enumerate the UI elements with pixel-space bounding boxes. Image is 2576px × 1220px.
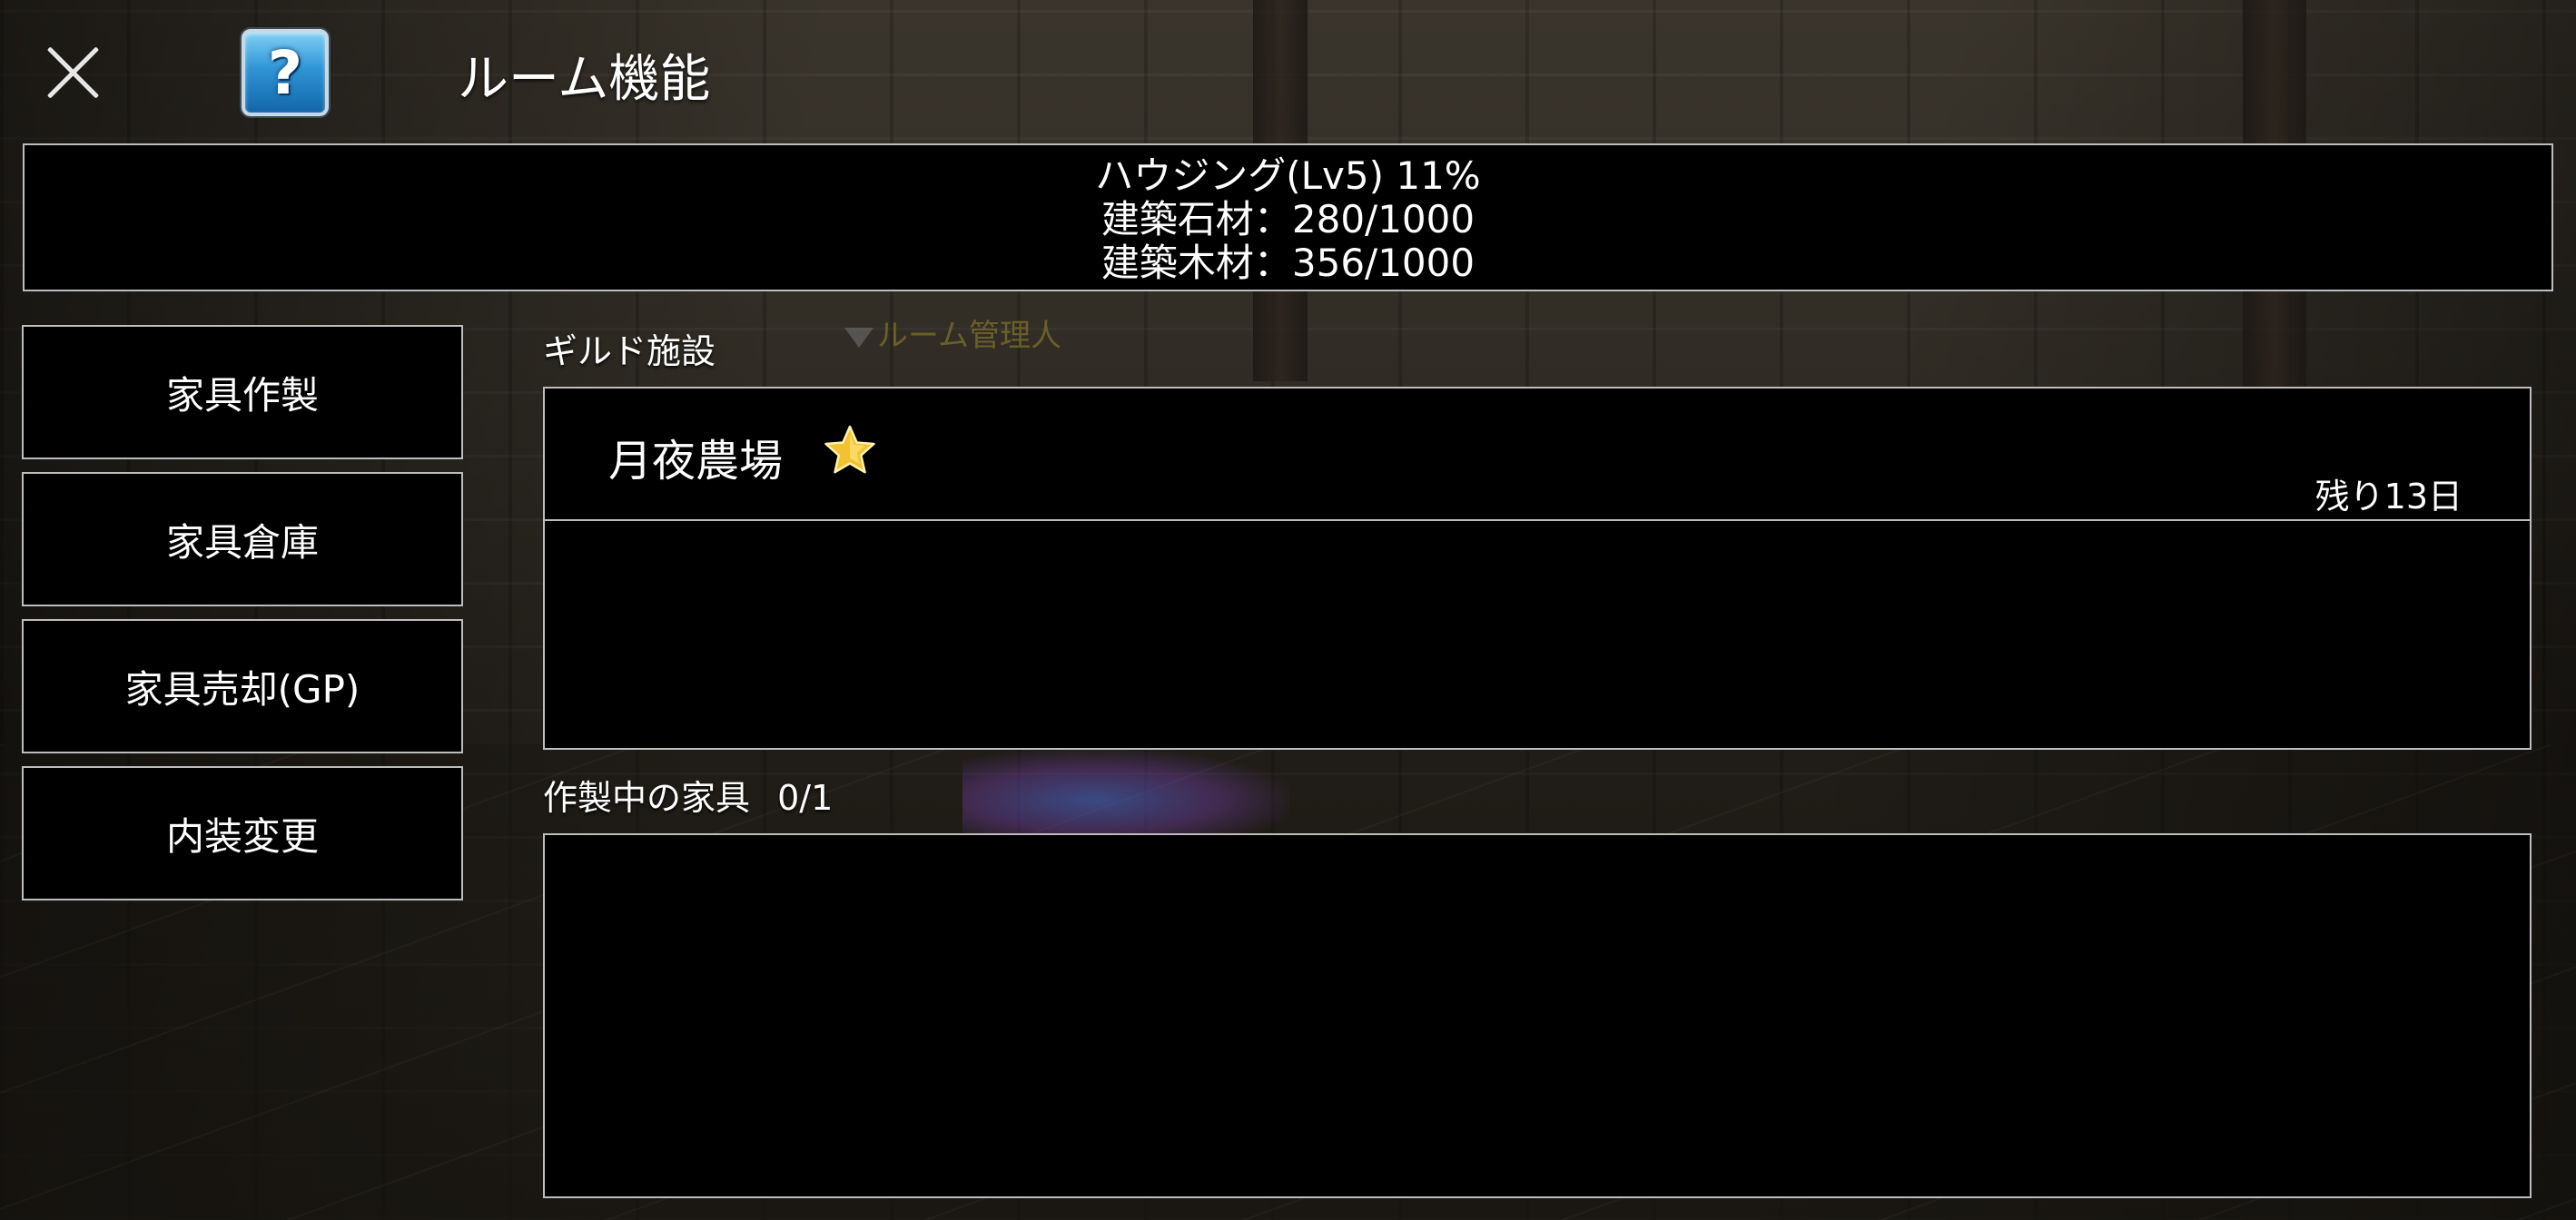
list-item[interactable]: 月夜農場 残り13日 [545,389,2530,521]
housing-level: ハウジング(Lv5) 11% [1095,153,1481,198]
crafting-label-row: 作製中の家具 0/1 [543,770,833,820]
sidebar-item-label: 家具作製 [165,372,319,418]
star-icon [824,425,875,474]
building-wood: 建築木材：356/1000 [1100,241,1476,285]
interior-change-button[interactable]: 内装変更 [22,766,463,900]
crafting-list [543,833,2532,1198]
guild-facilities-list: 月夜農場 残り13日 [543,387,2532,750]
furniture-sell-button[interactable]: 家具売却(GP) [22,619,463,753]
crafting-count: 0/1 [777,778,834,818]
background-character [962,750,1289,833]
page-title: ルーム機能 [458,50,711,109]
npc-nameplate: ルーム管理人 [844,310,1061,355]
sidebar-item-label: 内装変更 [165,813,319,859]
furniture-craft-button[interactable]: 家具作製 [22,325,463,459]
npc-marker-icon [844,327,873,348]
crafting-label: 作製中の家具 [543,778,751,818]
remaining-days: 残り13日 [2314,477,2462,517]
building-stone: 建築石材：280/1000 [1100,197,1476,241]
housing-status-panel: ハウジング(Lv5) 11% 建築石材：280/1000 建築木材：356/10… [23,143,2553,291]
guild-facilities-label: ギルド施設 [543,331,716,371]
close-icon[interactable] [36,36,109,109]
npc-name: ルーム管理人 [877,318,1061,354]
sidebar-item-label: 家具倉庫 [165,519,319,565]
help-icon[interactable]: ? [242,29,329,116]
facility-name: 月夜農場 [608,436,784,487]
sidebar-item-label: 家具売却(GP) [124,666,360,712]
furniture-storage-button[interactable]: 家具倉庫 [22,472,463,606]
